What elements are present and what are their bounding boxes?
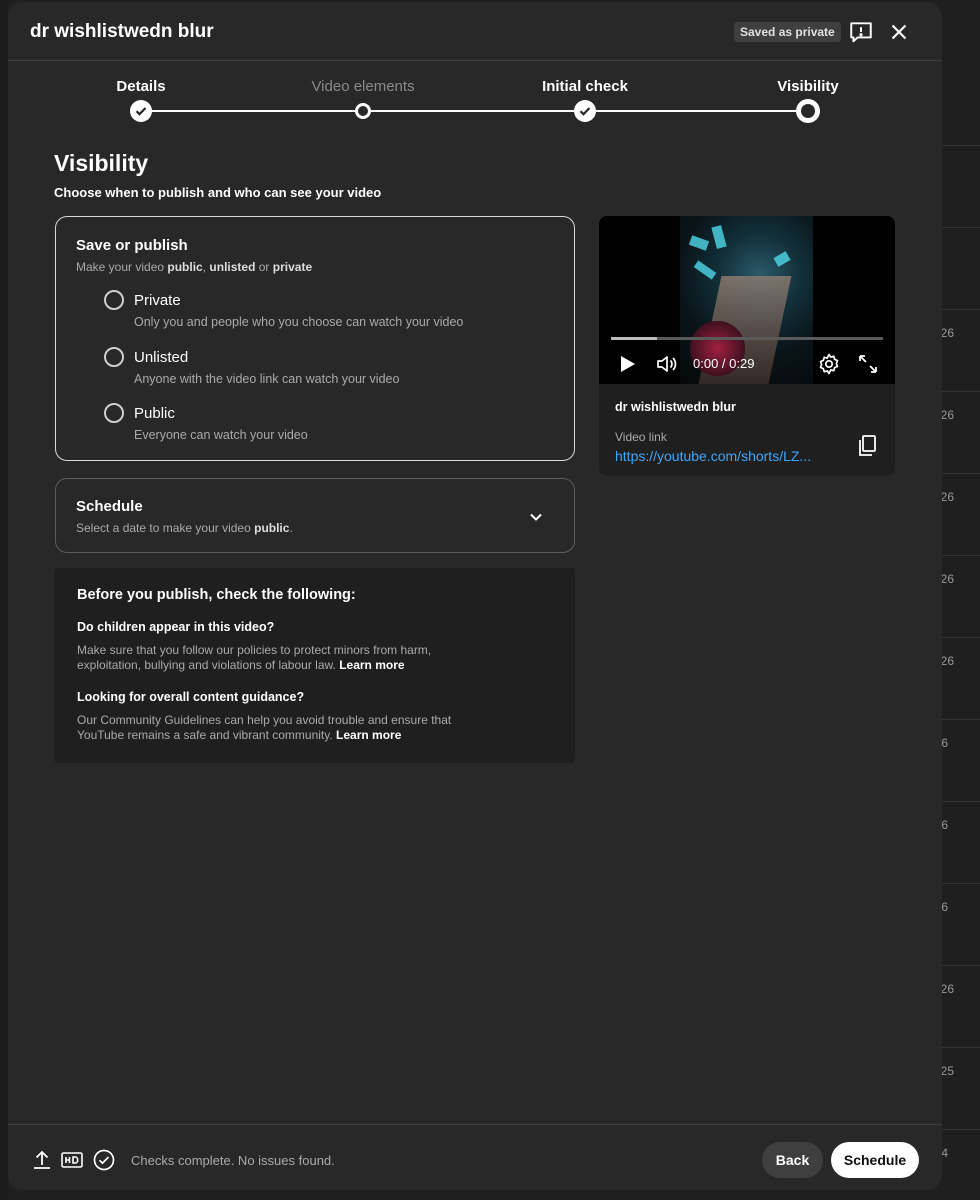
step-visibility-label[interactable]: Visibility <box>777 78 838 95</box>
background-divider <box>942 309 980 310</box>
chevron-down-icon[interactable] <box>526 507 546 527</box>
learn-more-link[interactable]: Learn more <box>336 728 401 742</box>
publish-checklist: Before you publish, check the following:… <box>54 568 575 763</box>
visibility-option-private[interactable]: Private Only you and people who you choo… <box>104 290 544 340</box>
visibility-option-unlisted[interactable]: Unlisted Anyone with the video link can … <box>104 347 544 397</box>
saved-status-badge: Saved as private <box>734 22 841 42</box>
video-link[interactable]: https://youtube.com/shorts/LZ... <box>615 448 833 464</box>
save-or-publish-subtitle: Make your video public, unlisted or priv… <box>76 260 313 274</box>
close-icon[interactable] <box>886 19 912 45</box>
schedule-section[interactable]: Schedule Select a date to make your vide… <box>55 478 575 553</box>
checklist-text: Our Community Guidelines can help you av… <box>77 713 452 742</box>
upload-stepper: Details Video elements Initial check Vis… <box>8 62 942 132</box>
page-subtitle: Choose when to publish and who can see y… <box>54 185 382 200</box>
learn-more-link[interactable]: Learn more <box>339 658 404 672</box>
checks-status-text: Checks complete. No issues found. <box>131 1153 335 1168</box>
background-date-fragment: 6 <box>941 736 948 750</box>
copy-icon[interactable] <box>857 434 879 458</box>
background-divider <box>942 1047 980 1048</box>
checklist-question: Looking for overall content guidance? <box>77 690 305 704</box>
dialog-title: dr wishlistwedn blur <box>30 21 214 42</box>
schedule-button[interactable]: Schedule <box>831 1142 919 1178</box>
radio-button[interactable] <box>104 290 124 310</box>
background-date-fragment: 26 <box>940 490 954 504</box>
background-divider <box>942 555 980 556</box>
radio-button[interactable] <box>104 347 124 367</box>
radio-button[interactable] <box>104 403 124 423</box>
background-divider <box>942 883 980 884</box>
preview-video-title: dr wishlistwedn blur <box>615 400 736 414</box>
background-page-edge <box>0 0 8 1200</box>
background-divider <box>942 473 980 474</box>
back-button[interactable]: Back <box>762 1142 823 1178</box>
background-date-fragment: 26 <box>940 982 954 996</box>
dialog-footer: Checks complete. No issues found. Back S… <box>8 1124 942 1190</box>
video-link-label: Video link <box>615 430 667 444</box>
background-date-fragment: 25 <box>940 1064 954 1078</box>
background-date-fragment: 26 <box>940 326 954 340</box>
feedback-icon[interactable] <box>848 19 874 45</box>
page-title: Visibility <box>54 150 149 176</box>
checklist-title: Before you publish, check the following: <box>77 587 356 603</box>
checks-complete-icon[interactable] <box>92 1148 116 1172</box>
background-divider <box>942 145 980 146</box>
background-date-fragment: 26 <box>940 408 954 422</box>
settings-gear-icon[interactable] <box>817 352 841 376</box>
background-date-fragment: 6 <box>941 818 948 832</box>
volume-icon[interactable] <box>655 352 679 376</box>
background-date-fragment: 26 <box>940 572 954 586</box>
save-or-publish-card: Save or publish Make your video public, … <box>55 216 575 461</box>
background-divider <box>942 391 980 392</box>
step-initial-check-label[interactable]: Initial check <box>542 78 628 95</box>
upload-dialog: dr wishlistwedn blur Saved as private De… <box>8 2 942 1190</box>
step-initial-check-check-icon[interactable] <box>574 100 596 122</box>
background-divider <box>942 719 980 720</box>
schedule-subtitle: Select a date to make your video public. <box>76 521 293 535</box>
background-date-fragment: 6 <box>941 900 948 914</box>
video-progress-bar[interactable] <box>611 337 883 340</box>
video-preview-card: 0:00 / 0:29 dr wishlistwedn blur Video l… <box>599 216 895 476</box>
background-divider <box>942 637 980 638</box>
background-date-fragment: 26 <box>940 654 954 668</box>
background-divider <box>942 801 980 802</box>
option-label: Public <box>134 405 175 422</box>
background-date-fragment: 4 <box>941 1146 948 1160</box>
schedule-title: Schedule <box>76 498 143 515</box>
step-video-elements-dot[interactable] <box>355 103 371 119</box>
step-details-label[interactable]: Details <box>116 78 165 95</box>
video-progress-fill <box>611 337 658 340</box>
play-icon[interactable] <box>615 352 639 376</box>
video-time: 0:00 / 0:29 <box>693 356 755 371</box>
option-description: Everyone can watch your video <box>134 428 308 442</box>
dialog-header: dr wishlistwedn blur Saved as private <box>8 2 942 61</box>
visibility-option-public[interactable]: Public Everyone can watch your video <box>104 403 544 453</box>
option-label: Private <box>134 292 181 309</box>
step-video-elements-label[interactable]: Video elements <box>311 78 414 95</box>
video-player[interactable]: 0:00 / 0:29 <box>599 216 895 384</box>
background-divider <box>942 1129 980 1130</box>
save-or-publish-title: Save or publish <box>76 237 188 254</box>
checklist-question: Do children appear in this video? <box>77 620 275 634</box>
upload-icon[interactable] <box>30 1148 54 1172</box>
stepper-line <box>141 110 808 112</box>
background-divider <box>942 227 980 228</box>
step-details-check-icon[interactable] <box>130 100 152 122</box>
checklist-text: Make sure that you follow our policies t… <box>77 643 432 672</box>
step-visibility-current-dot[interactable] <box>796 99 820 123</box>
option-description: Anyone with the video link can watch you… <box>134 372 400 386</box>
background-divider <box>942 965 980 966</box>
hd-icon[interactable] <box>60 1148 84 1172</box>
option-description: Only you and people who you choose can w… <box>134 315 464 329</box>
option-label: Unlisted <box>134 349 189 366</box>
fullscreen-icon[interactable] <box>856 352 880 376</box>
